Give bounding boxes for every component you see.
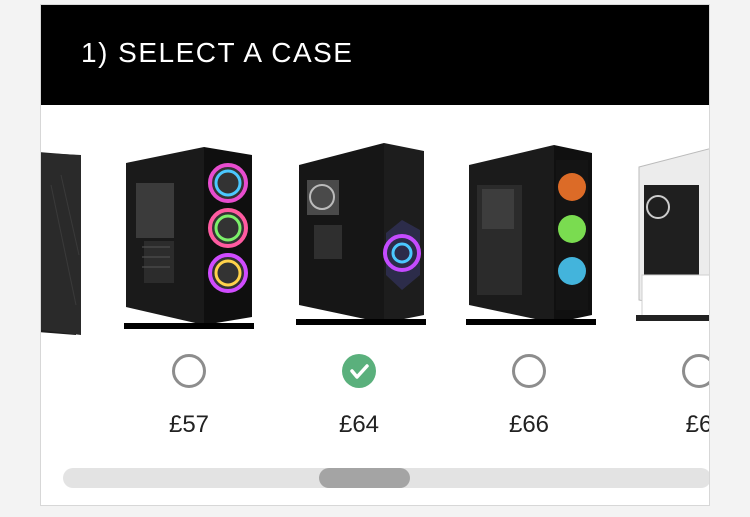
pc-case-image — [466, 145, 596, 325]
case-price-2: £64 — [338, 411, 380, 438]
checkmark-icon — [350, 364, 369, 379]
case-option-2[interactable]: £64 — [274, 105, 444, 460]
case-selector-panel: 1) SELECT A CASE £57 £64 £66 £ — [40, 4, 710, 506]
section-header: 1) SELECT A CASE — [41, 5, 709, 105]
case-radio-1[interactable] — [172, 354, 206, 388]
pc-case-image — [124, 147, 254, 329]
case-radio-2[interactable] — [342, 354, 376, 388]
pc-case-image — [636, 148, 709, 321]
section-title: 1) SELECT A CASE — [81, 37, 354, 68]
case-option-3[interactable]: £66 — [444, 105, 614, 460]
case-price-1: £57 — [168, 411, 210, 438]
carousel-scrollbar-thumb[interactable] — [319, 468, 410, 488]
case-option-0[interactable] — [41, 105, 81, 460]
pc-case-image — [41, 152, 81, 335]
case-option-1[interactable]: £57 — [104, 105, 274, 460]
case-radio-4[interactable] — [682, 354, 709, 388]
case-price-3: £66 — [508, 411, 550, 438]
case-radio-3[interactable] — [512, 354, 546, 388]
case-price-4: £6 — [685, 411, 709, 438]
case-option-4[interactable]: £6 — [614, 105, 709, 460]
case-carousel[interactable]: £57 £64 £66 £ — [41, 105, 709, 460]
carousel-scrollbar-track[interactable] — [63, 468, 709, 488]
pc-case-image — [296, 143, 426, 325]
